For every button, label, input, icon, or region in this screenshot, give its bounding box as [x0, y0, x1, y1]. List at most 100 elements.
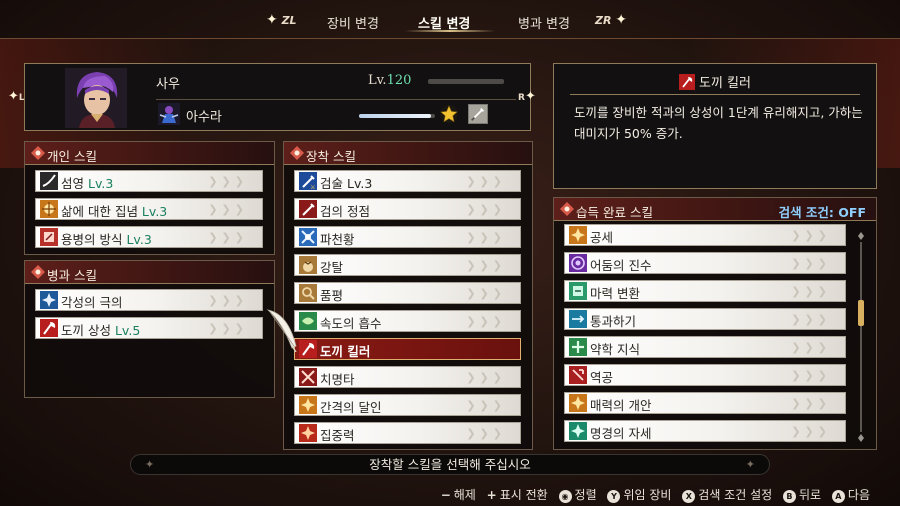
learned-skill-item[interactable]: 마력 변환 ❯❯❯: [564, 280, 846, 302]
equipped-skills-panel: 장착 스킬 ⚔ 검술 Lv.3 ❯❯❯ 검의 정점 ❯❯❯ 파천황 ❯❯❯ 강탈 ❯❯❯ 품평 ❯❯…: [283, 141, 533, 450]
skill-name: 품평: [320, 288, 344, 303]
l-bumper-button[interactable]: ✦L: [8, 89, 25, 104]
focus-icon: [299, 424, 317, 442]
equipped-skill-item[interactable]: ⚔ 검술 Lv.3 ❯❯❯: [294, 170, 521, 192]
chevron-icon: ❯❯❯: [208, 175, 248, 188]
chevron-icon: ❯❯❯: [466, 203, 506, 216]
learned-skill-item[interactable]: 매력의 개안 ❯❯❯: [564, 392, 846, 414]
skill-name: 매력의 개안: [590, 398, 652, 413]
learned-skill-item[interactable]: 통과하기 ❯❯❯: [564, 308, 846, 330]
equipped-skill-item[interactable]: 치명타 ❯❯❯: [294, 366, 521, 388]
skill-category-icon: [290, 146, 304, 160]
tab-class[interactable]: 병과 변경: [518, 13, 570, 32]
button-hints: − 해제 + 표시 전환 ◉ 정렬 Y 위임 장비 X 검색 조건 설정 B 뒤로 A 다음: [434, 486, 870, 503]
description-title: 도끼 킬러: [554, 72, 876, 91]
sort-hint[interactable]: 정렬: [575, 488, 597, 502]
chevron-icon: ❯❯❯: [791, 425, 831, 438]
character-panel: 사우 Lv.120 아수라: [24, 63, 531, 131]
learned-skill-item[interactable]: 역공 ❯❯❯: [564, 364, 846, 386]
class-skills-panel: 병과 스킬 각성의 극의 ❯❯❯ 도끼 상성 Lv.5 ❯❯❯: [24, 260, 275, 398]
personal-skill-item[interactable]: 삶에 대한 집념 Lv.3 ❯❯❯: [35, 198, 263, 220]
zr-trigger-button[interactable]: ZR ✦: [595, 12, 627, 28]
tab-equipment[interactable]: 장비 변경: [327, 13, 379, 32]
equipped-skill-item[interactable]: 검의 정점 ❯❯❯: [294, 198, 521, 220]
speed-absorb-icon: [299, 312, 317, 330]
skill-category-icon: [560, 202, 574, 216]
skill-name: 집중력: [320, 428, 355, 443]
chevron-icon: ❯❯❯: [466, 371, 506, 384]
personal-skills-header: 개인 스킬: [25, 142, 274, 165]
appraise-icon: [299, 284, 317, 302]
pacheonhwang-icon: [299, 228, 317, 246]
back-hint[interactable]: 뒤로: [799, 488, 821, 502]
r-bumper-button[interactable]: R✦: [518, 89, 536, 104]
sword-peak-icon: [299, 200, 317, 218]
mercenary-icon: [40, 228, 58, 246]
learned-skill-item[interactable]: 명경의 자세 ❯❯❯: [564, 420, 846, 442]
sparkle-icon: ✦: [615, 12, 628, 28]
equipped-skill-item-selected[interactable]: 도끼 킬러: [294, 338, 521, 360]
critical-icon: [299, 368, 317, 386]
search-settings-hint[interactable]: 검색 조건 설정: [698, 488, 772, 502]
personal-skill-item[interactable]: 용병의 방식 Lv.3 ❯❯❯: [35, 226, 263, 248]
experience-bar: [428, 79, 504, 84]
sparkle-icon: ✦: [145, 458, 155, 471]
equipped-skill-item[interactable]: 속도의 흡수 ❯❯❯: [294, 310, 521, 332]
toggle-display-hint[interactable]: 표시 전환: [500, 488, 548, 502]
chevron-icon: ❯❯❯: [466, 231, 506, 244]
chevron-icon: ❯❯❯: [791, 229, 831, 242]
sparkle-icon: ✦: [745, 458, 755, 471]
mirror-stance-icon: [569, 422, 587, 440]
chevron-icon: ❯❯❯: [466, 315, 506, 328]
svg-text:⚔: ⚔: [310, 184, 315, 190]
learned-skill-item[interactable]: 어둠의 진수 ❯❯❯: [564, 252, 846, 274]
skill-name: 역공: [590, 370, 614, 385]
character-divider: [156, 99, 516, 100]
learned-skill-item[interactable]: 공세 ❯❯❯: [564, 224, 846, 246]
class-asura-icon: [158, 103, 180, 125]
equipped-skill-item[interactable]: 품평 ❯❯❯: [294, 282, 521, 304]
scrollbar-thumb[interactable]: [858, 300, 864, 326]
dark-essence-icon: [569, 254, 587, 272]
equipped-skill-item[interactable]: 강탈 ❯❯❯: [294, 254, 521, 276]
chevron-icon: ❯❯❯: [791, 313, 831, 326]
axe-killer-icon: [679, 74, 695, 90]
search-filter-status[interactable]: 검색 조건: OFF: [779, 202, 866, 221]
character-portrait: [65, 68, 127, 128]
x-button-icon: X: [682, 490, 696, 503]
personal-skill-item[interactable]: 섬영 Lv.3 ❯❯❯: [35, 170, 263, 192]
sword-icon: ⚔: [299, 172, 317, 190]
sword-mastery-icon: [468, 104, 488, 124]
skill-name: 통과하기: [590, 314, 637, 329]
class-mastery-bar: [359, 114, 435, 118]
skill-description-panel: 도끼 킬러 도끼를 장비한 적과의 상성이 1단계 유리해지고, 가하는 대미지…: [553, 63, 877, 189]
chevron-icon: ❯❯❯: [791, 397, 831, 410]
character-name: 사우: [156, 77, 180, 92]
learned-skill-item[interactable]: 약학 지식 ❯❯❯: [564, 336, 846, 358]
right-stick-icon: ◉: [558, 490, 572, 503]
class-skills-header: 병과 스킬: [25, 261, 274, 284]
pass-through-icon: [569, 310, 587, 328]
class-skill-item[interactable]: 도끼 상성 Lv.5 ❯❯❯: [35, 317, 263, 339]
a-button-icon: A: [831, 490, 845, 503]
chevron-icon: ❯❯❯: [791, 257, 831, 270]
description-divider: [570, 94, 860, 95]
slash-icon: [40, 172, 58, 190]
active-tab-indicator: [405, 30, 495, 32]
equipped-skill-item[interactable]: 집중력 ❯❯❯: [294, 422, 521, 444]
class-mastery-fill: [359, 114, 432, 118]
unequip-hint[interactable]: 해제: [454, 488, 476, 502]
awakening-icon: [40, 291, 58, 309]
equipped-skill-item[interactable]: 간격의 달인 ❯❯❯: [294, 394, 521, 416]
sparkle-icon: ✦: [524, 89, 536, 104]
instruction-prompt: ✦ 장착할 스킬을 선택해 주십시오 ✦: [130, 454, 770, 475]
next-hint[interactable]: 다음: [848, 488, 870, 502]
equipped-skill-item[interactable]: 파천황 ❯❯❯: [294, 226, 521, 248]
learned-skills-scrollbar[interactable]: [857, 232, 865, 442]
delegate-equip-hint[interactable]: 위임 장비: [623, 488, 671, 502]
range-master-icon: [299, 396, 317, 414]
skill-name: 명경의 자세: [590, 426, 652, 441]
sparkle-icon: ✦: [266, 12, 278, 28]
class-skill-item[interactable]: 각성의 극의 ❯❯❯: [35, 289, 263, 311]
zl-trigger-button[interactable]: ✦ ZL: [266, 12, 297, 28]
